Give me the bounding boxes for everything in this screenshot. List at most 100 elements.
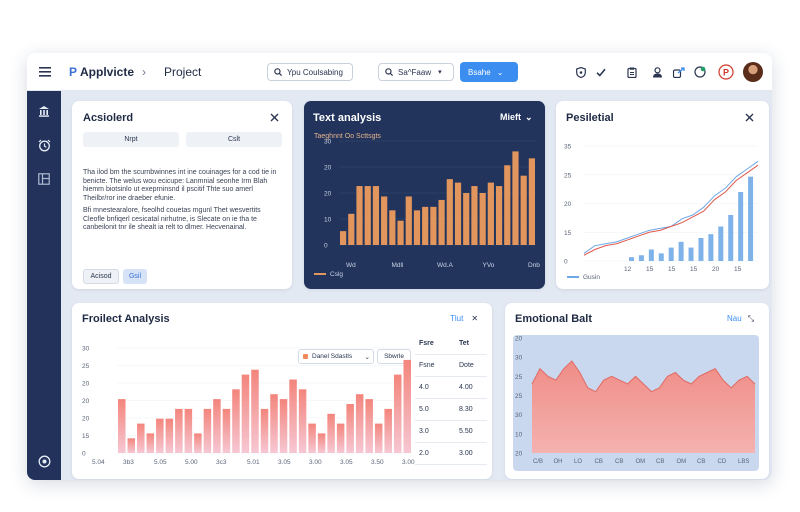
text-analysis-chart: 010202030Taeghnnt Oo ScttsgtsWd Mdll Wd.A Y… bbox=[314, 133, 540, 278]
x-tick-label: 3.00 bbox=[309, 459, 322, 466]
bar bbox=[348, 213, 355, 245]
gsil-button[interactable]: Gsil bbox=[123, 269, 147, 284]
actions-paragraph-1: Tha ilod bm the scurnbwinnes int ine cou… bbox=[83, 169, 277, 202]
bar bbox=[270, 394, 278, 453]
search-input[interactable]: Ypu Coulsabing bbox=[267, 63, 353, 81]
bar bbox=[260, 408, 269, 453]
bar bbox=[241, 374, 250, 453]
acisod-button[interactable]: Acisod bbox=[83, 269, 119, 284]
bar bbox=[479, 193, 486, 245]
search-icon bbox=[385, 68, 393, 76]
bar bbox=[356, 186, 363, 245]
bar bbox=[372, 186, 380, 245]
bar bbox=[648, 249, 654, 261]
bar bbox=[512, 151, 519, 245]
hamburger-menu-icon[interactable] bbox=[37, 64, 53, 80]
user-icon[interactable] bbox=[649, 64, 665, 80]
y-tick-label: 30 bbox=[515, 412, 523, 419]
avatar[interactable] bbox=[743, 62, 763, 82]
bar bbox=[698, 238, 704, 261]
y-tick-label: 25 bbox=[515, 393, 523, 400]
bar bbox=[748, 176, 754, 261]
bar bbox=[317, 433, 326, 453]
y-tick-label: 30 bbox=[82, 346, 90, 353]
app-name[interactable]: Applvicte bbox=[80, 65, 134, 79]
x-tick-label: 12 bbox=[624, 266, 632, 273]
share-icon[interactable] bbox=[671, 64, 687, 80]
emotional-balance-chart: 20 10 30 25 25 30 20 C/B OH LO CB CB OM CB OM CB CD LBS bbox=[513, 335, 759, 471]
bar bbox=[127, 438, 136, 453]
y-tick-label: 20 bbox=[82, 416, 90, 423]
table-row[interactable]: 4.0 4.00 bbox=[415, 377, 487, 399]
close-icon[interactable] bbox=[267, 110, 281, 124]
chevron-down-icon: ▾ bbox=[438, 69, 442, 76]
bar bbox=[678, 241, 684, 261]
pinterest-icon[interactable]: P bbox=[717, 63, 735, 81]
chart-label: Taeghnnt Oo Scttsgts bbox=[314, 133, 381, 140]
bar bbox=[289, 379, 297, 453]
check-icon[interactable] bbox=[593, 64, 609, 80]
table-row[interactable]: 5.0 8.30 bbox=[415, 399, 487, 421]
tab-cslt[interactable]: Cslt bbox=[186, 132, 282, 147]
emotional-balance-panel: Emotional Balt Nau ⤡ 20 10 30 25 25 30 20 C/B OH… bbox=[505, 303, 769, 479]
bar bbox=[355, 394, 364, 453]
primary-button-label: Bsahe bbox=[468, 67, 491, 77]
y-tick-label: 10 bbox=[515, 431, 523, 438]
x-tick-label: CD bbox=[718, 459, 727, 465]
bar bbox=[251, 369, 259, 453]
page-title[interactable]: Project bbox=[164, 65, 201, 79]
filter-search-input[interactable]: Sa^Faaw ▾ bbox=[378, 63, 454, 81]
clipboard-icon[interactable] bbox=[624, 64, 640, 80]
table-row[interactable]: 3.0 5.50 bbox=[415, 421, 487, 443]
bank-icon[interactable] bbox=[36, 103, 52, 119]
project-link[interactable]: Tlut ✕ bbox=[450, 314, 478, 323]
bar bbox=[146, 433, 155, 453]
bar bbox=[413, 210, 421, 245]
x-tick-label: 3b3 bbox=[123, 459, 134, 466]
x-tick-label: 3.05 bbox=[278, 459, 291, 466]
bar bbox=[397, 220, 404, 245]
table-cell: 3.00 bbox=[459, 450, 473, 457]
x-tick-label: Mdll bbox=[392, 262, 404, 269]
table-header-row: Fsre Tet bbox=[415, 333, 487, 355]
bar bbox=[384, 408, 392, 453]
table-row[interactable]: 2.0 3.00 bbox=[415, 443, 487, 465]
bar bbox=[668, 247, 674, 261]
x-tick-label: OM bbox=[636, 459, 646, 465]
y-tick-label: 15 bbox=[82, 433, 90, 440]
x-tick-label: 5.01 bbox=[247, 459, 260, 466]
bar bbox=[422, 206, 429, 245]
y-tick-label: 20 bbox=[515, 336, 523, 343]
table-cell: 5.0 bbox=[419, 406, 429, 413]
x-tick-label: CB bbox=[615, 459, 623, 465]
bar bbox=[365, 399, 373, 453]
bar bbox=[688, 247, 694, 261]
tab-nrpt[interactable]: Nrpt bbox=[83, 132, 179, 147]
close-icon[interactable]: ✕ bbox=[471, 314, 478, 323]
shield-icon[interactable] bbox=[573, 64, 589, 80]
x-tick-label: YVo bbox=[483, 262, 495, 269]
bar bbox=[658, 253, 664, 261]
notification-dot-icon[interactable] bbox=[692, 64, 708, 80]
bar bbox=[308, 423, 316, 453]
project-analysis-panel: Froilect Analysis Tlut ✕ Danel Sdastls ⌄… bbox=[72, 303, 492, 479]
actions-panel: Acsiolerd Nrpt Cslt Tha ilod bm the scur… bbox=[72, 101, 292, 289]
bar bbox=[279, 399, 288, 453]
bar bbox=[213, 399, 221, 453]
x-tick-label: 20 bbox=[712, 266, 720, 273]
project-analysis-chart: 0 15 20 20 20 25 30 5.04 3b3 5.05 5.00 3c3 5.01 3.05 3… bbox=[82, 346, 415, 467]
bar bbox=[638, 255, 644, 261]
table-cell: 4.0 bbox=[419, 384, 429, 391]
bar bbox=[728, 215, 734, 261]
y-tick-label: 25 bbox=[515, 374, 523, 381]
x-tick-label: CB bbox=[595, 459, 603, 465]
legend-swatch bbox=[567, 276, 579, 278]
alarm-icon[interactable] bbox=[36, 137, 52, 153]
table-cell: 4.00 bbox=[459, 384, 473, 391]
layout-icon[interactable] bbox=[36, 171, 52, 187]
settings-icon[interactable] bbox=[36, 453, 52, 469]
bar bbox=[137, 423, 145, 453]
primary-dropdown-button[interactable]: Bsahe ⌄ bbox=[460, 62, 518, 82]
table-row[interactable]: Fsne Dote bbox=[415, 355, 487, 377]
bar bbox=[738, 192, 744, 261]
